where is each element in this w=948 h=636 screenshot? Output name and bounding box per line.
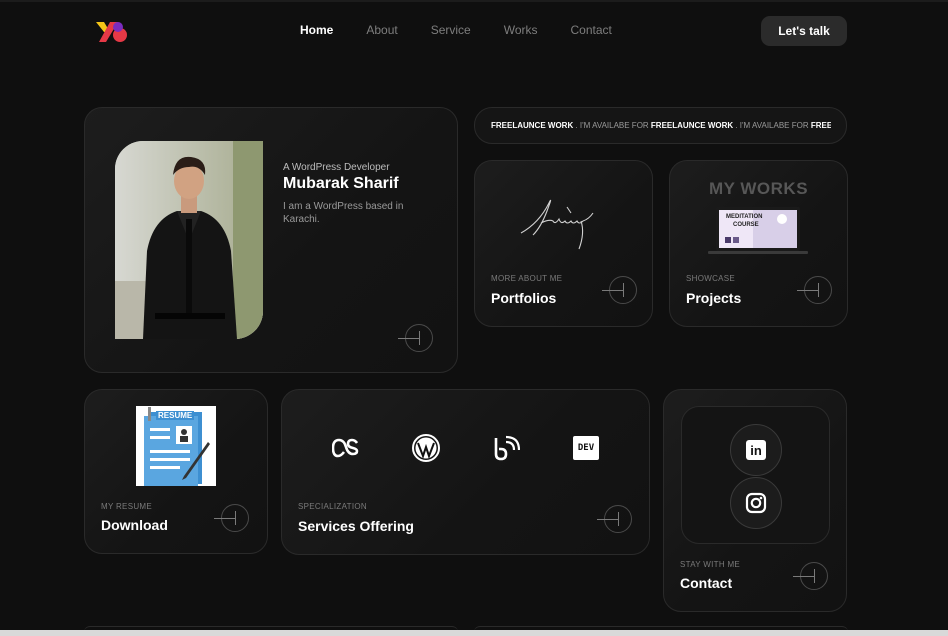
wordpress-icon[interactable]: [412, 434, 440, 462]
projects-label: SHOWCASE: [686, 274, 736, 283]
linkedin-text: in: [750, 442, 762, 458]
bottom-strip: [0, 630, 948, 636]
signature-image: [520, 199, 594, 250]
profile-bio: I am a WordPress based in Karachi.: [283, 201, 404, 225]
lets-talk-button[interactable]: Let's talk: [761, 16, 847, 46]
services-label: SPECIALIZATION: [298, 502, 367, 511]
services-card[interactable]: DEV SPECIALIZATION Services Offering: [281, 389, 650, 555]
contact-title: Contact: [680, 575, 733, 591]
profile-card[interactable]: A WordPress Developer Mubarak Sharif I a…: [84, 107, 458, 373]
contact-card[interactable]: in STAY WITH ME Contact: [663, 389, 847, 612]
laptop-image: MEDITATION COURSE: [706, 205, 810, 255]
nav-home[interactable]: Home: [300, 23, 333, 37]
contact-arrow-button[interactable]: [793, 562, 828, 590]
portfolios-card[interactable]: MORE ABOUT ME Portfolios: [474, 160, 653, 327]
logo-icon[interactable]: [96, 18, 130, 44]
profile-name: Mubarak Sharif: [283, 175, 399, 192]
dev-icon[interactable]: DEV: [572, 434, 600, 462]
nav-about[interactable]: About: [366, 23, 397, 37]
portfolios-label: MORE ABOUT ME: [491, 274, 563, 283]
nav-works[interactable]: Works: [504, 23, 538, 37]
resume-image-text: RESUME: [156, 411, 195, 420]
nav-contact[interactable]: Contact: [571, 23, 612, 37]
marquee-text: FREELAUNCE WORK . I'M AVAILABE FOR FREEL…: [491, 121, 831, 130]
laptop-line1: MEDITATION: [726, 214, 763, 220]
main-nav: Home About Service Works Contact: [300, 23, 645, 37]
freelance-marquee: FREELAUNCE WORK . I'M AVAILABE FOR FREEL…: [474, 107, 847, 144]
resume-arrow-button[interactable]: [214, 504, 249, 532]
profile-arrow-button[interactable]: [398, 324, 433, 352]
blogger-icon[interactable]: [492, 434, 520, 462]
lastfm-icon[interactable]: [332, 434, 360, 462]
dev-icon-text: DEV: [577, 443, 595, 453]
laptop-line2: COURSE: [733, 222, 759, 228]
projects-card[interactable]: MY WORKS MEDITATION COURSE SHOWCASE Proj…: [669, 160, 848, 327]
projects-title: Projects: [686, 290, 742, 306]
contact-label: STAY WITH ME: [680, 560, 741, 569]
portfolios-arrow-button[interactable]: [602, 276, 637, 304]
instagram-icon[interactable]: [730, 477, 782, 529]
profile-subtitle: A WordPress Developer: [283, 162, 390, 173]
resume-card[interactable]: RESUME MY RESUME Download: [84, 389, 268, 554]
resume-title: Download: [101, 517, 168, 533]
services-title: Services Offering: [298, 518, 414, 534]
nav-service[interactable]: Service: [431, 23, 471, 37]
services-arrow-button[interactable]: [597, 505, 632, 533]
social-box: in: [681, 406, 830, 544]
projects-arrow-button[interactable]: [797, 276, 832, 304]
top-border: [0, 0, 948, 2]
profile-photo: [115, 141, 263, 339]
resume-image: RESUME: [136, 406, 216, 486]
linkedin-icon[interactable]: in: [730, 424, 782, 476]
portfolios-title: Portfolios: [491, 290, 557, 306]
resume-label: MY RESUME: [101, 502, 153, 511]
my-works-bg-text: MY WORKS: [708, 179, 809, 198]
